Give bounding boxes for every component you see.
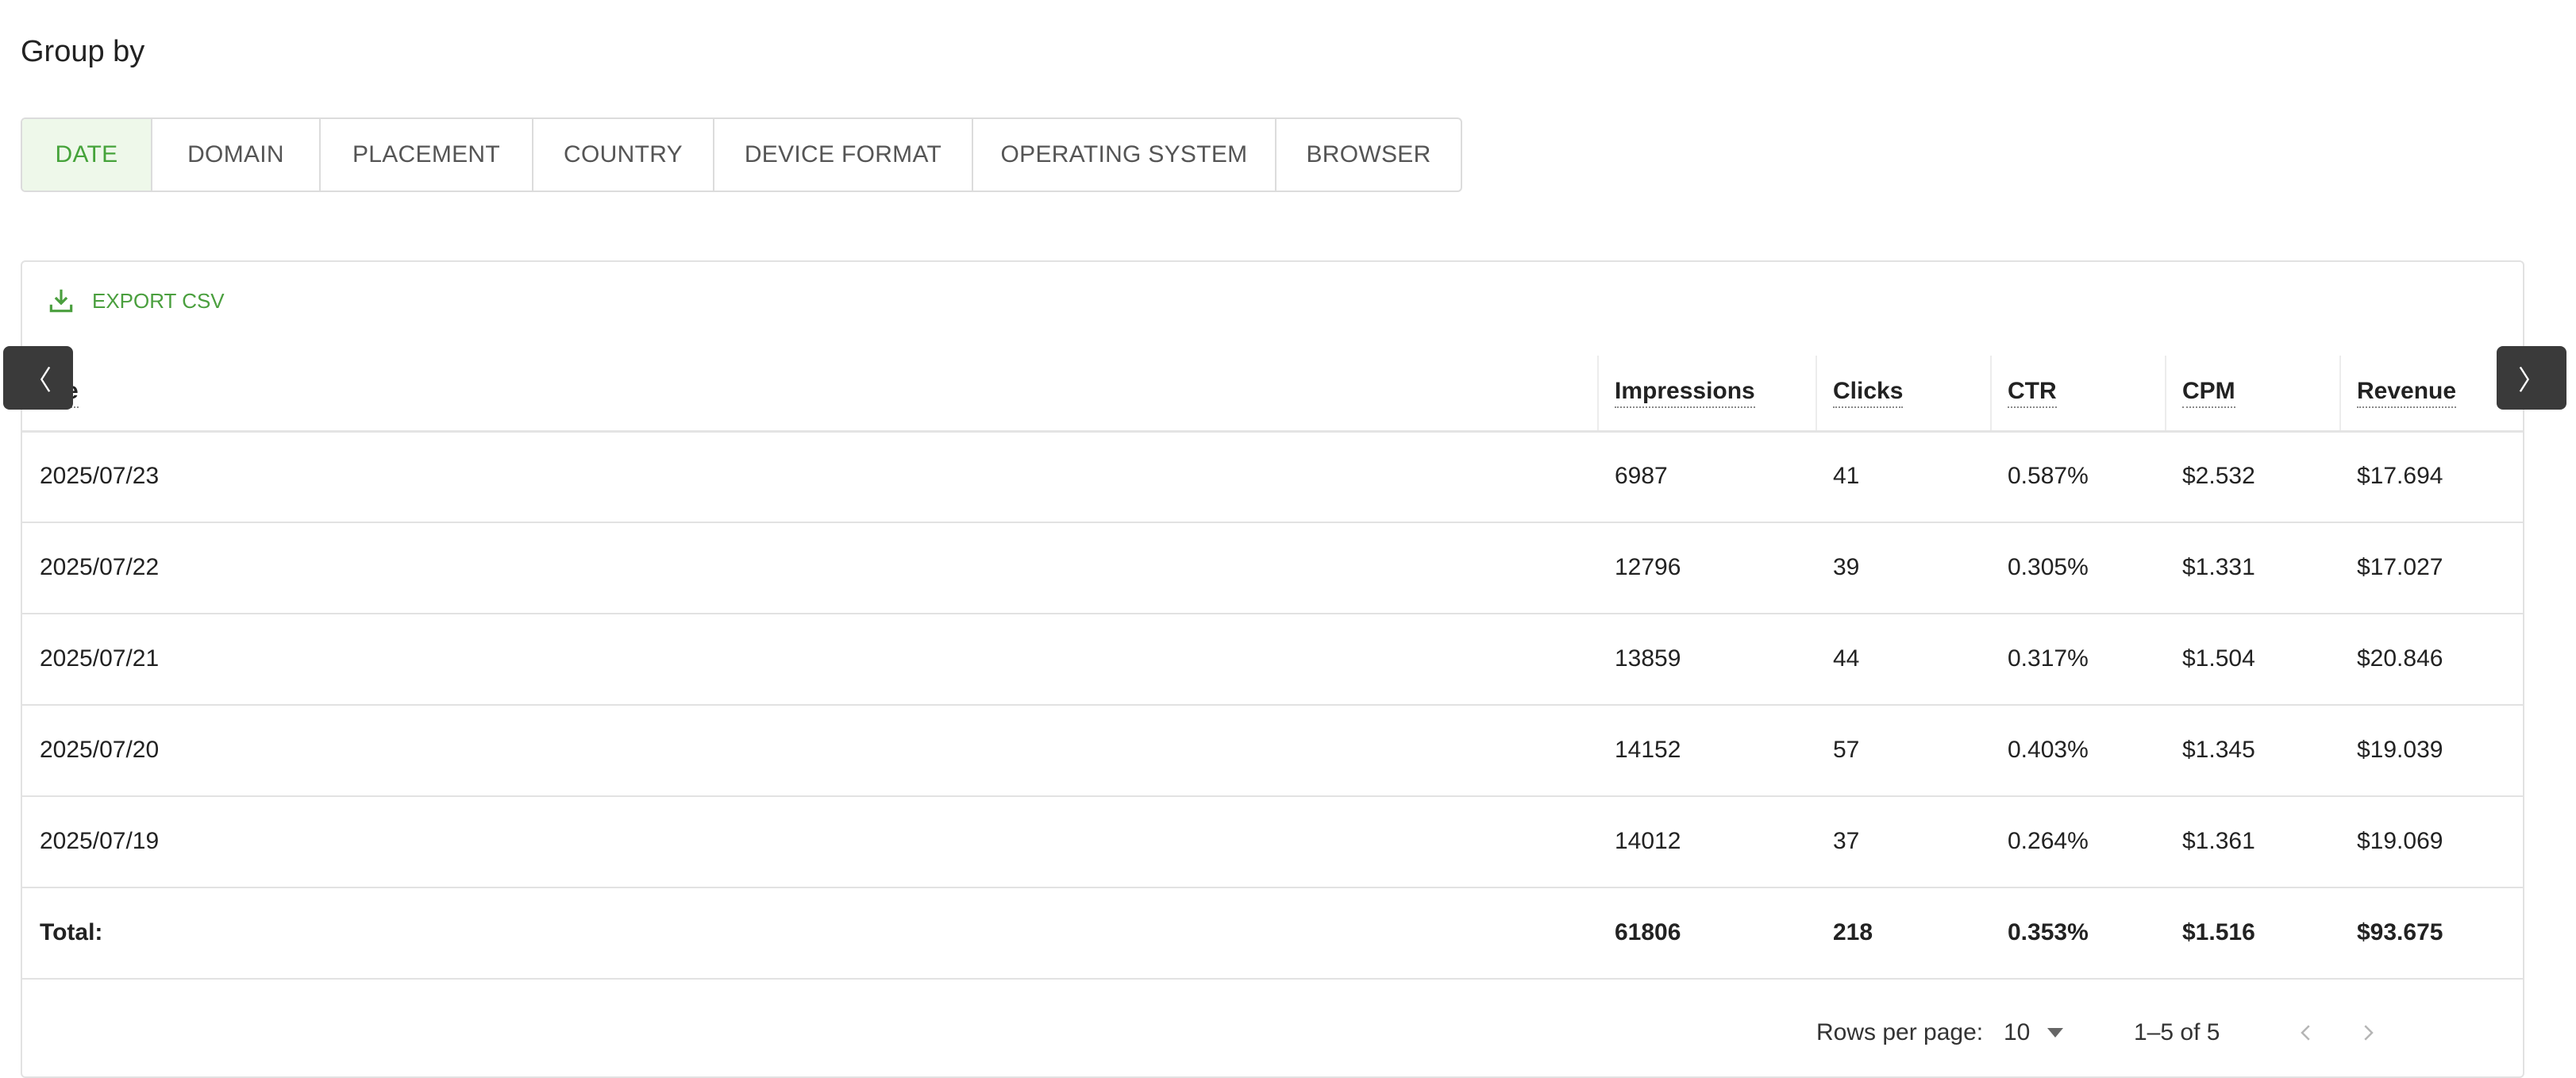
group-by-title: Group by xyxy=(21,35,145,68)
report-table-card: EXPORT CSV te Impressions Clicks CTR CPM… xyxy=(21,260,2524,1078)
cell-date: 2025/07/20 xyxy=(40,737,160,763)
cell-date: 2025/07/19 xyxy=(40,828,160,854)
total-revenue: $93.675 xyxy=(2357,919,2443,945)
scroll-right-button[interactable]: 〉 xyxy=(2497,346,2566,410)
table-row: 2025/07/20 14152 57 0.403% $1.345 $19.03… xyxy=(22,705,2523,797)
column-header-impressions[interactable]: Impressions xyxy=(1597,356,1755,430)
cell-impressions: 14012 xyxy=(1615,828,1681,854)
cell-revenue: $19.039 xyxy=(2357,737,2443,763)
cell-revenue: $19.069 xyxy=(2357,828,2443,854)
total-label: Total: xyxy=(40,919,103,945)
chevron-left-icon xyxy=(2301,1025,2310,1041)
cell-impressions: 14152 xyxy=(1615,737,1681,763)
cell-cpm: $1.345 xyxy=(2182,737,2255,763)
cell-cpm: $1.504 xyxy=(2182,645,2255,672)
table-row: 2025/07/19 14012 37 0.264% $1.361 $19.06… xyxy=(22,796,2523,888)
chevron-right-icon xyxy=(2364,1025,2374,1041)
table-row: 2025/07/23 6987 41 0.587% $2.532 $17.694 xyxy=(22,431,2523,523)
total-cpm: $1.516 xyxy=(2182,919,2255,945)
group-by-tabs: DATE DOMAIN PLACEMENT COUNTRY DEVICE FOR… xyxy=(21,117,1462,192)
table-header: te Impressions Clicks CTR CPM Revenue xyxy=(22,356,2523,433)
tab-operating-system[interactable]: OPERATING SYSTEM xyxy=(973,119,1276,191)
chevron-right-icon: 〉 xyxy=(2518,365,2545,396)
cell-impressions: 13859 xyxy=(1615,645,1681,672)
cell-ctr: 0.317% xyxy=(2008,645,2089,672)
dropdown-caret-icon xyxy=(2047,1028,2064,1038)
total-impressions: 61806 xyxy=(1615,919,1681,945)
total-ctr: 0.353% xyxy=(2008,919,2089,945)
cell-cpm: $1.361 xyxy=(2182,828,2255,854)
download-icon xyxy=(49,289,73,313)
cell-clicks: 37 xyxy=(1833,828,1860,854)
table-total-row: Total: 61806 218 0.353% $1.516 $93.675 xyxy=(22,887,2523,980)
cell-date: 2025/07/23 xyxy=(40,463,160,489)
scroll-left-button[interactable]: 〈 xyxy=(3,346,73,410)
export-csv-button[interactable]: EXPORT CSV xyxy=(46,286,225,316)
cell-revenue: $17.694 xyxy=(2357,463,2443,489)
cell-ctr: 0.587% xyxy=(2008,463,2089,489)
tab-browser[interactable]: BROWSER xyxy=(1276,119,1461,191)
table-row: 2025/07/21 13859 44 0.317% $1.504 $20.84… xyxy=(22,614,2523,706)
tab-domain[interactable]: DOMAIN xyxy=(152,119,321,191)
tab-date[interactable]: DATE xyxy=(22,119,152,191)
cell-cpm: $2.532 xyxy=(2182,463,2255,489)
cell-date: 2025/07/21 xyxy=(40,645,160,672)
column-header-revenue[interactable]: Revenue xyxy=(2339,356,2457,430)
cell-cpm: $1.331 xyxy=(2182,554,2255,580)
cell-impressions: 12796 xyxy=(1615,554,1681,580)
column-header-ctr[interactable]: CTR xyxy=(1990,356,2057,430)
column-header-clicks[interactable]: Clicks xyxy=(1816,356,1904,430)
total-clicks: 218 xyxy=(1833,919,1873,945)
rows-per-page-value: 10 xyxy=(2004,1019,2031,1045)
cell-revenue: $20.846 xyxy=(2357,645,2443,672)
column-header-cpm[interactable]: CPM xyxy=(2165,356,2235,430)
chevron-left-icon: 〈 xyxy=(25,365,52,396)
table-row: 2025/07/22 12796 39 0.305% $1.331 $17.02… xyxy=(22,522,2523,614)
cell-clicks: 41 xyxy=(1833,463,1860,489)
cell-ctr: 0.403% xyxy=(2008,737,2089,763)
cell-revenue: $17.027 xyxy=(2357,554,2443,580)
cell-ctr: 0.305% xyxy=(2008,554,2089,580)
export-csv-label: EXPORT CSV xyxy=(92,288,225,313)
tab-device-format[interactable]: DEVICE FORMAT xyxy=(714,119,973,191)
tab-placement[interactable]: PLACEMENT xyxy=(321,119,533,191)
cell-clicks: 57 xyxy=(1833,737,1860,763)
cell-clicks: 39 xyxy=(1833,554,1860,580)
cell-clicks: 44 xyxy=(1833,645,1860,672)
cell-ctr: 0.264% xyxy=(2008,828,2089,854)
tab-country[interactable]: COUNTRY xyxy=(533,119,714,191)
cell-impressions: 6987 xyxy=(1615,463,1668,489)
cell-date: 2025/07/22 xyxy=(40,554,160,580)
